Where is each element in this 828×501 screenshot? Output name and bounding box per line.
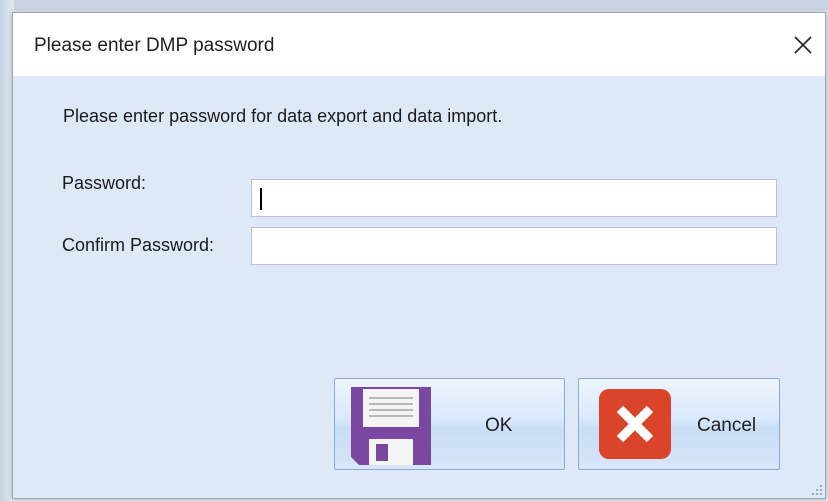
password-label: Password: [62, 173, 147, 193]
instruction-text: Please enter password for data export an… [63, 106, 503, 126]
password-dialog: Please enter DMP password Please enter p… [12, 12, 826, 499]
ok-button-label: OK [485, 415, 513, 436]
cancel-button-label: Cancel [697, 415, 757, 436]
dialog-body: Please enter password for data export an… [13, 76, 825, 498]
dialog-title: Please enter DMP password [34, 35, 275, 56]
close-button[interactable] [783, 25, 823, 65]
dialog-titlebar[interactable]: Please enter DMP password [13, 13, 825, 76]
text-caret [260, 188, 262, 210]
close-icon [794, 36, 812, 54]
password-input[interactable] [251, 179, 777, 217]
background-window-edge [0, 0, 828, 10]
ok-button[interactable]: OK [334, 378, 565, 470]
x-icon [599, 389, 671, 459]
cancel-button[interactable]: Cancel [578, 378, 780, 470]
confirm-password-input[interactable] [251, 227, 777, 265]
confirm-password-label: Confirm Password: [62, 235, 215, 255]
resize-grip-icon[interactable] [811, 484, 823, 496]
floppy-disk-icon [351, 387, 431, 465]
